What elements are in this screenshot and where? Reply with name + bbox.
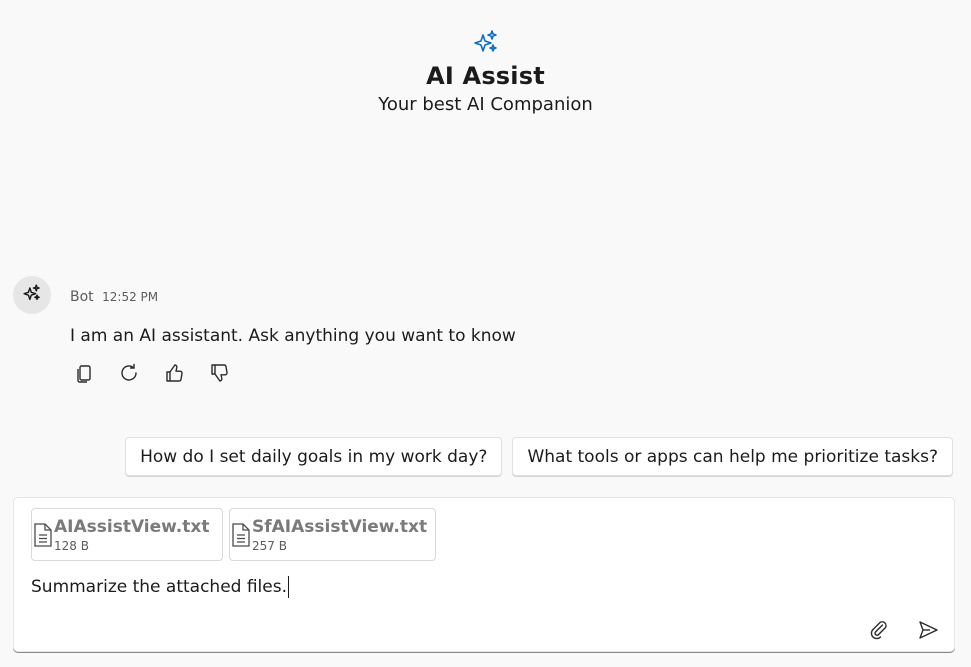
sparkle-icon [22, 283, 42, 307]
app-title: AI Assist [426, 62, 545, 90]
send-icon [917, 619, 939, 645]
app-header: AI Assist Your best AI Companion [0, 28, 971, 115]
attachment-chip[interactable]: SfAIAssistView.txt 257 B [229, 508, 436, 561]
suggestion-chip[interactable]: How do I set daily goals in my work day? [125, 437, 503, 476]
attachment-size: 257 B [252, 538, 287, 553]
copy-button[interactable] [70, 361, 98, 389]
sparkle-icon [472, 28, 500, 56]
paperclip-icon [868, 619, 890, 645]
message-input[interactable]: Summarize the attached files. [31, 576, 289, 598]
text-caret [288, 576, 289, 598]
suggestion-list: How do I set daily goals in my work day?… [115, 437, 953, 476]
thumbs-up-icon [163, 362, 185, 388]
send-button[interactable] [914, 618, 942, 646]
message-actions [70, 361, 250, 389]
like-button[interactable] [160, 361, 188, 389]
bot-avatar [13, 276, 51, 314]
refresh-icon [118, 362, 140, 388]
attachment-name: SfAIAssistView.txt [252, 516, 428, 537]
attachment-size: 128 B [54, 538, 89, 553]
regenerate-button[interactable] [115, 361, 143, 389]
suggestion-chip[interactable]: What tools or apps can help me prioritiz… [512, 437, 953, 476]
thumbs-down-icon [208, 362, 230, 388]
message-meta: Bot 12:52 PM [70, 289, 158, 305]
bot-message: I am an AI assistant. Ask anything you w… [70, 326, 516, 346]
app-subtitle: Your best AI Companion [378, 94, 593, 115]
attachment-list: AIAssistView.txt 128 B SfAIAssistView.tx… [31, 508, 442, 561]
attachment-name: AIAssistView.txt [54, 516, 210, 537]
message-composer: AIAssistView.txt 128 B SfAIAssistView.tx… [13, 497, 955, 652]
attach-button[interactable] [865, 618, 893, 646]
attachment-chip[interactable]: AIAssistView.txt 128 B [31, 508, 223, 561]
message-time: 12:52 PM [102, 290, 159, 304]
sender-name: Bot [70, 289, 94, 305]
copy-icon [73, 362, 95, 388]
document-icon [32, 509, 54, 560]
dislike-button[interactable] [205, 361, 233, 389]
document-icon [230, 509, 252, 560]
message-input-value: Summarize the attached files. [31, 577, 287, 597]
